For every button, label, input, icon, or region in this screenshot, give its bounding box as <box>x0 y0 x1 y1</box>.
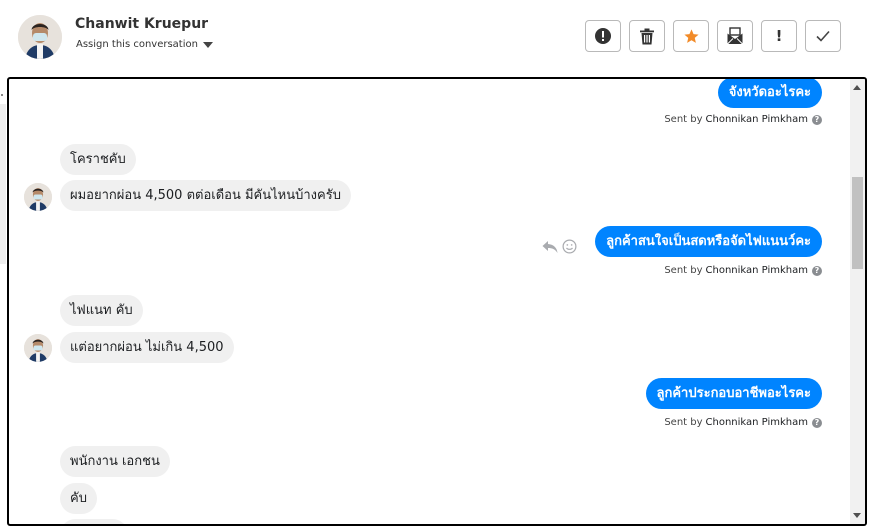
sent-by-prefix: Sent by <box>664 265 703 276</box>
help-icon[interactable]: ? <box>812 265 822 276</box>
scroll-down-arrow-icon[interactable] <box>853 513 861 518</box>
sent-by-prefix: Sent by <box>664 417 703 428</box>
sent-by-label: Sent by Chonnikan Pimkham ? <box>664 114 822 125</box>
sent-by-label: Sent by Chonnikan Pimkham ? <box>664 265 822 276</box>
incoming-message-bubble[interactable]: ผมอยากผ่อน 4,500 ตต่อเดือน มีคันไหนบ้างค… <box>60 180 351 211</box>
sent-by-label: Sent by Chonnikan Pimkham ? <box>664 417 822 428</box>
emoji-icon[interactable] <box>562 239 577 254</box>
star-button[interactable] <box>673 20 709 52</box>
caret-down-icon <box>202 41 213 48</box>
scrollbar-thumb[interactable] <box>852 177 863 269</box>
conversation-panel[interactable]: จังหวัดอะไรคะ Sent by Chonnikan Pimkham … <box>7 77 867 526</box>
conversation-scrollbar[interactable] <box>850 79 865 524</box>
help-icon[interactable]: ? <box>812 114 822 125</box>
outgoing-message-bubble[interactable]: ลูกค้าสนใจเป็นสดหรือจัดไฟแนนว์คะ <box>595 226 822 257</box>
agent-name: Chonnikan Pimkham <box>705 417 808 428</box>
contact-avatar[interactable] <box>18 15 62 59</box>
sender-avatar[interactable] <box>24 183 52 211</box>
exclamation-icon: ! <box>775 27 783 45</box>
sender-avatar[interactable] <box>24 334 52 362</box>
checkmark-icon <box>816 30 830 42</box>
incoming-message-bubble[interactable]: แต่อยากผ่อน ไม่เกิน 4,500 <box>60 332 234 363</box>
incoming-message-bubble[interactable]: ไฟแนท คับ <box>60 295 143 326</box>
message-hover-actions <box>542 239 577 254</box>
conversation-header: Chanwit Kruepur Assign this conversation <box>0 0 870 76</box>
reply-icon[interactable] <box>542 240 558 254</box>
alert-circle-icon <box>595 28 611 44</box>
help-icon[interactable]: ? <box>812 417 822 428</box>
outgoing-message-bubble[interactable]: ลูกค้าประกอบอาชีพอะไรคะ <box>645 378 822 409</box>
incoming-message-bubble-partial[interactable] <box>60 519 128 524</box>
agent-name: Chonnikan Pimkham <box>705 265 808 276</box>
incoming-message-bubble[interactable]: คับ <box>60 483 97 514</box>
assign-label: Assign this conversation <box>76 39 198 50</box>
agent-name: Chonnikan Pimkham <box>705 114 808 125</box>
mark-done-button[interactable] <box>805 20 841 52</box>
assign-conversation-dropdown[interactable]: Assign this conversation <box>76 39 213 50</box>
left-panel-edge <box>0 104 6 264</box>
trash-icon <box>640 28 654 44</box>
delete-button[interactable] <box>629 20 665 52</box>
sent-by-prefix: Sent by <box>664 114 703 125</box>
envelope-icon <box>727 27 743 45</box>
mark-unread-button[interactable] <box>717 20 753 52</box>
incoming-message-bubble[interactable]: พนักงาน เอกชน <box>60 446 170 477</box>
edge-marker <box>1 94 3 96</box>
follow-up-button[interactable]: ! <box>761 20 797 52</box>
spam-button[interactable] <box>585 20 621 52</box>
contact-name[interactable]: Chanwit Kruepur <box>75 16 208 32</box>
star-icon <box>683 28 699 43</box>
outgoing-message-bubble[interactable]: จังหวัดอะไรคะ <box>717 79 822 108</box>
conversation-toolbar: ! <box>585 20 841 52</box>
incoming-message-bubble[interactable]: โคราชคับ <box>60 144 136 175</box>
scroll-up-arrow-icon[interactable] <box>853 85 861 90</box>
